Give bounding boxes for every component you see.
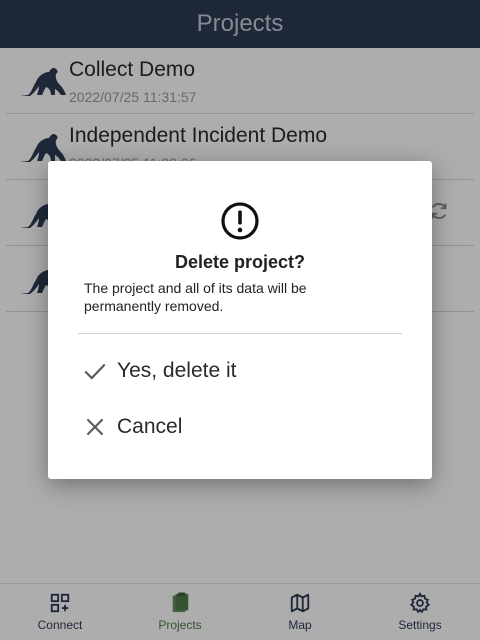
- close-icon: [86, 418, 104, 436]
- cancel-button[interactable]: Cancel: [82, 407, 182, 447]
- cancel-label: Cancel: [117, 415, 183, 438]
- check-icon: [84, 363, 106, 380]
- confirm-delete-button[interactable]: Yes, delete it: [82, 351, 236, 391]
- delete-dialog: Delete project? The project and all of i…: [48, 161, 432, 479]
- dialog-message: The project and all of its data will be …: [84, 280, 307, 314]
- dialog-divider: [78, 333, 402, 334]
- alert-circle-icon: [221, 202, 259, 240]
- confirm-label: Yes, delete it: [117, 359, 237, 382]
- dialog-title: Delete project?: [174, 252, 306, 272]
